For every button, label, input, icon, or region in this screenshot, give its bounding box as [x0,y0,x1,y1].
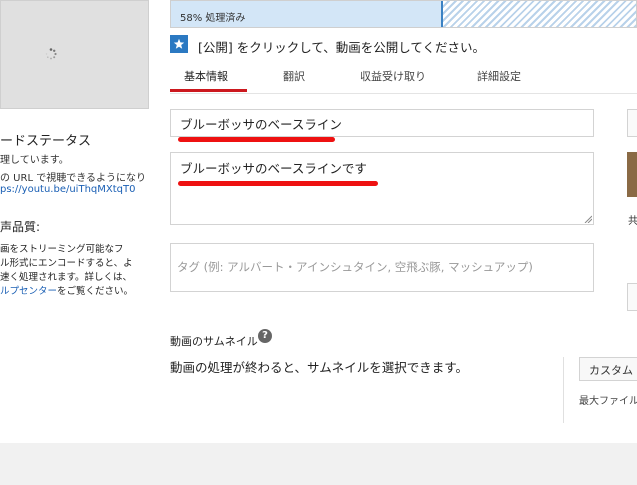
max-file-size-text: 最大ファイル [579,396,637,407]
video-preview [0,0,149,109]
video-url-link[interactable]: ps://youtu.be/uiThqMXtqT0 [0,184,135,195]
quality-text-4: ルプセンターをご覧ください。 [0,283,133,297]
right-panel-button-2[interactable] [627,283,637,311]
description-textarea[interactable]: ブルーボッサのベースラインです [170,152,594,225]
thumbnail-label: 動画のサムネイル [170,335,258,348]
divider [563,357,564,423]
upload-card: ードステータス 理しています。 の URL で視聴できるようになり ps://y… [0,0,637,443]
progress-label: 58% 処理済み [180,13,246,24]
loading-spinner-icon [45,48,57,60]
resize-grip-icon[interactable] [584,215,592,223]
title-input[interactable] [170,109,594,137]
red-underline-mark [178,137,335,142]
quality-text-2: ル形式にエンコードすると、よ [0,258,133,269]
quality-text-3: 速く処理されます。詳しくは、 [0,272,133,283]
tags-input[interactable]: タグ (例: アルバート・アインシュタイン, 空飛ぶ豚, マッシュアップ) [170,243,594,292]
help-center-link[interactable]: ルプセンター [0,286,57,297]
tab-translation[interactable]: 翻訳 [283,68,305,84]
right-panel-button[interactable] [627,109,637,137]
tab-advanced-settings[interactable]: 詳細設定 [477,68,521,84]
share-label: 共 [628,216,637,227]
quality-text-1: 画をストリーミング可能なフ [0,244,124,255]
upload-status-url-note: の URL で視聴できるようになり [0,173,146,184]
tab-monetization[interactable]: 収益受け取り [360,68,426,84]
quality-text-suffix: をご覧ください。 [57,286,134,297]
audio-quality-title: 声品質: [0,220,41,234]
upload-status-text: 理しています。 [0,155,69,166]
channel-avatar [627,152,637,197]
processing-progress-bar: 58% 処理済み [170,0,637,28]
tab-basic-info[interactable]: 基本情報 [184,68,228,84]
thumbnail-message: 動画の処理が終わると、サムネイルを選択できます。 [170,360,469,375]
tab-bar: 基本情報 翻訳 収益受け取り 詳細設定 [170,60,637,94]
progress-remaining [441,1,636,27]
tags-placeholder: タグ (例: アルバート・アインシュタイン, 空飛ぶ豚, マッシュアップ) [177,260,533,274]
active-tab-indicator [170,89,247,92]
help-icon[interactable]: ? [258,329,272,343]
red-underline-mark [178,181,378,186]
publish-instruction: [公開] をクリックして、動画を公開してください。 [198,40,485,55]
custom-thumbnail-button[interactable]: カスタム サ [579,357,637,381]
upload-status-title: ードステータス [0,134,92,149]
star-icon [170,35,188,53]
